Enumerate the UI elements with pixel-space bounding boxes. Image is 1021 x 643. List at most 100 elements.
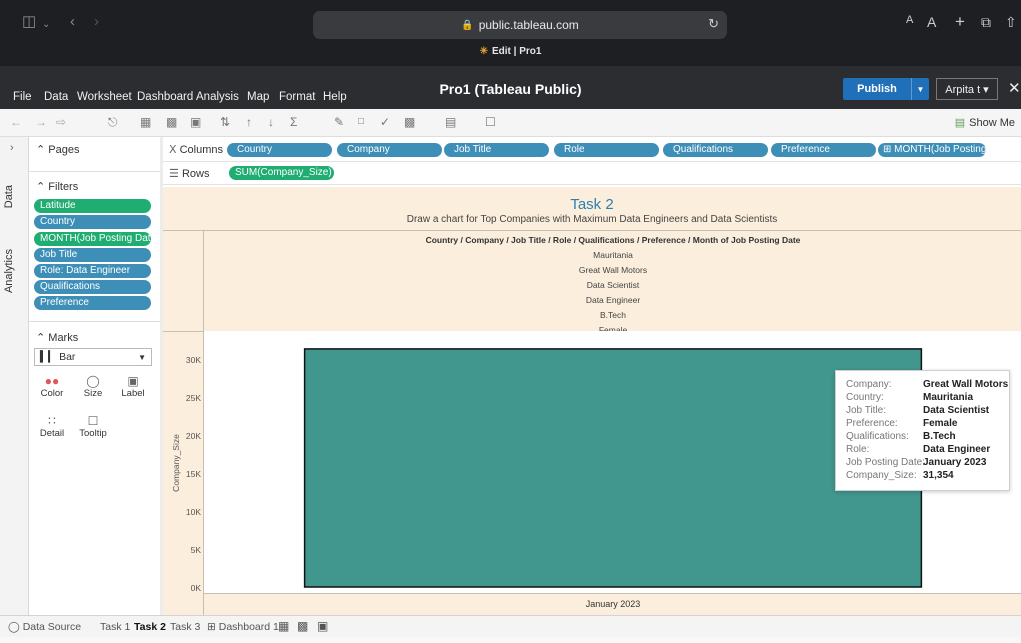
fix-axes-icon[interactable]: ▤	[445, 115, 456, 129]
analytics-tab[interactable]: Analytics	[3, 249, 15, 293]
column-pill-month[interactable]: ⊞ MONTH(Job Posting...	[878, 143, 986, 157]
status-bar	[0, 637, 1021, 643]
label-button[interactable]: ▣ Label	[117, 374, 149, 399]
column-pill-qualifications[interactable]: Qualifications	[663, 143, 768, 157]
toolbar: ← → ⇨ ⎋ ▦ ▩ ▣ ⇅ ↑ ↓ Σ ✎ □ ✓ ▩ ▤ ☐ ▤ Show …	[0, 109, 1021, 137]
close-icon[interactable]: ✕	[1008, 79, 1021, 97]
sidebar-chevron-icon[interactable]: ⌄	[42, 17, 50, 33]
y-axis[interactable]: Company_Size 0K 5K 10K 15K 20K 25K 30K	[163, 331, 203, 593]
column-pill-country[interactable]: Country	[227, 143, 332, 157]
tab-title[interactable]: ✳ Edit | Pro1	[0, 46, 1021, 57]
data-source-tab[interactable]: ◯ Data Source	[8, 621, 81, 633]
row-pill-sum-company-size[interactable]: SUM(Company_Size)	[229, 166, 334, 180]
header-role[interactable]: Data Engineer	[204, 295, 1021, 305]
swap-icon[interactable]: ⇅	[220, 115, 230, 129]
sheet-tab-active[interactable]: Task 2	[134, 621, 166, 633]
column-pill-role[interactable]: Role	[554, 143, 659, 157]
header-country[interactable]: Mauritania	[204, 250, 1021, 260]
save-icon[interactable]: ⎋	[108, 115, 118, 129]
font-smaller-button[interactable]: A	[906, 14, 913, 26]
tooltip-value: B.Tech	[923, 431, 956, 442]
reload-icon[interactable]: ↻	[708, 16, 719, 32]
detail-label: Detail	[39, 428, 65, 439]
tooltip-toggle-icon[interactable]: ☐	[485, 115, 496, 129]
rows-shelf-label: ☰ Rows	[169, 167, 209, 180]
tooltip-key: Company:	[846, 379, 892, 390]
tooltip-value: January 2023	[923, 457, 987, 468]
expand-chevron-icon[interactable]: ›	[10, 142, 14, 154]
tabs-overview-icon[interactable]: ⧉	[981, 14, 991, 31]
detail-button[interactable]: ∷ Detail	[36, 414, 68, 439]
redo-icon[interactable]: →	[35, 115, 47, 129]
header-job-title[interactable]: Data Scientist	[204, 280, 1021, 290]
duplicate-icon[interactable]: ▩	[166, 115, 177, 129]
column-pill-job-title[interactable]: Job Title	[444, 143, 549, 157]
tooltip-key: Job Posting Date:	[846, 457, 925, 468]
sheet-tab[interactable]: Task 3	[170, 621, 200, 633]
pages-title-text: Pages	[48, 144, 80, 156]
tooltip-icon: ☐	[87, 414, 99, 428]
column-pill-preference[interactable]: Preference	[771, 143, 876, 157]
new-story-tab-icon[interactable]: ▣	[317, 619, 328, 633]
forward-icon[interactable]: ›	[94, 14, 99, 30]
highlight-icon[interactable]: ✎	[334, 115, 344, 129]
filter-pill-preference[interactable]: Preference	[34, 296, 151, 310]
header-company[interactable]: Great Wall Motors	[204, 265, 1021, 275]
new-worksheet-icon[interactable]: ▦	[140, 115, 151, 129]
x-category-label[interactable]: January 2023	[204, 599, 1021, 609]
back-icon[interactable]: ‹	[70, 14, 75, 30]
tooltip-value: Data Engineer	[923, 444, 991, 455]
marks-card: ⌃ Marks ▍▎ Bar ▼ ●● Color ◯ Size ▣ Label…	[29, 326, 160, 615]
database-icon: ◯	[8, 621, 20, 633]
text-labels-icon[interactable]: □	[358, 115, 364, 129]
label-label: Label	[121, 388, 145, 399]
replay-icon[interactable]: ⇨	[56, 115, 66, 129]
chevron-down-icon: ▼	[138, 353, 146, 362]
filter-pill-role[interactable]: Role: Data Engineer	[34, 264, 151, 278]
tooltip-button[interactable]: ☐ Tooltip	[75, 414, 111, 439]
address-bar[interactable]: 🔒 public.tableau.com ↻	[313, 11, 727, 39]
sheet-tab[interactable]: Task 1	[100, 621, 130, 633]
column-pill-company[interactable]: Company	[337, 143, 442, 157]
y-tick-label: 25K	[186, 393, 201, 403]
publish-button[interactable]: Publish	[843, 78, 911, 100]
filter-pill-month[interactable]: MONTH(Job Posting Date)	[34, 232, 151, 246]
undo-icon[interactable]: ←	[10, 115, 22, 129]
sort-descending-icon[interactable]: ↓	[268, 115, 274, 129]
filters-card: ⌃ Filters Latitude Country MONTH(Job Pos…	[29, 176, 160, 322]
new-dashboard-tab-icon[interactable]: ▩	[297, 619, 308, 633]
new-tab-icon[interactable]: +	[955, 12, 965, 32]
user-menu[interactable]: Arpita t ▾	[936, 78, 998, 100]
dashboard-tab[interactable]: ⊞ Dashboard 1	[207, 621, 279, 633]
filter-pill-latitude[interactable]: Latitude	[34, 199, 151, 213]
bar[interactable]	[303, 348, 923, 588]
url-text: public.tableau.com	[478, 18, 579, 32]
totals-icon[interactable]: Σ	[290, 115, 297, 129]
tooltip-value: Data Scientist	[923, 405, 990, 416]
tooltip-key: Qualifications:	[846, 431, 909, 442]
new-worksheet-tab-icon[interactable]: ▦	[278, 619, 289, 633]
publish-dropdown-icon[interactable]: ▼	[911, 78, 929, 100]
share-icon[interactable]: ⇧	[1005, 14, 1017, 31]
sidebar-toggle-icon[interactable]: ◫	[22, 14, 36, 30]
sort-ascending-icon[interactable]: ↑	[246, 115, 252, 129]
side-tabs: › Data Analytics	[0, 137, 29, 615]
filter-pill-country[interactable]: Country	[34, 215, 151, 229]
header-qualifications[interactable]: B.Tech	[204, 310, 1021, 320]
size-button[interactable]: ◯ Size	[77, 374, 109, 399]
font-larger-button[interactable]: A	[927, 14, 936, 30]
mark-type-select[interactable]: ▍▎ Bar ▼	[34, 348, 152, 366]
tooltip-value: Mauritania	[923, 392, 974, 403]
data-tab[interactable]: Data	[3, 185, 15, 208]
tableau-logo-icon: ✳	[479, 46, 488, 57]
annotate-icon[interactable]: ✓	[380, 115, 390, 129]
color-button[interactable]: ●● Color	[36, 374, 68, 399]
filter-pill-qualifications[interactable]: Qualifications	[34, 280, 151, 294]
clear-sheet-icon[interactable]: ▣	[190, 115, 201, 129]
fit-icon[interactable]: ▩	[404, 115, 415, 129]
filter-pill-job-title[interactable]: Job Title	[34, 248, 151, 262]
y-axis-svg: Company_Size 0K 5K 10K 15K 20K 25K 30K	[171, 355, 201, 593]
show-me-button[interactable]: ▤ Show Me	[955, 116, 1015, 129]
tooltip-key: Company_Size:	[846, 470, 917, 481]
mark-type-value: Bar	[59, 351, 76, 363]
